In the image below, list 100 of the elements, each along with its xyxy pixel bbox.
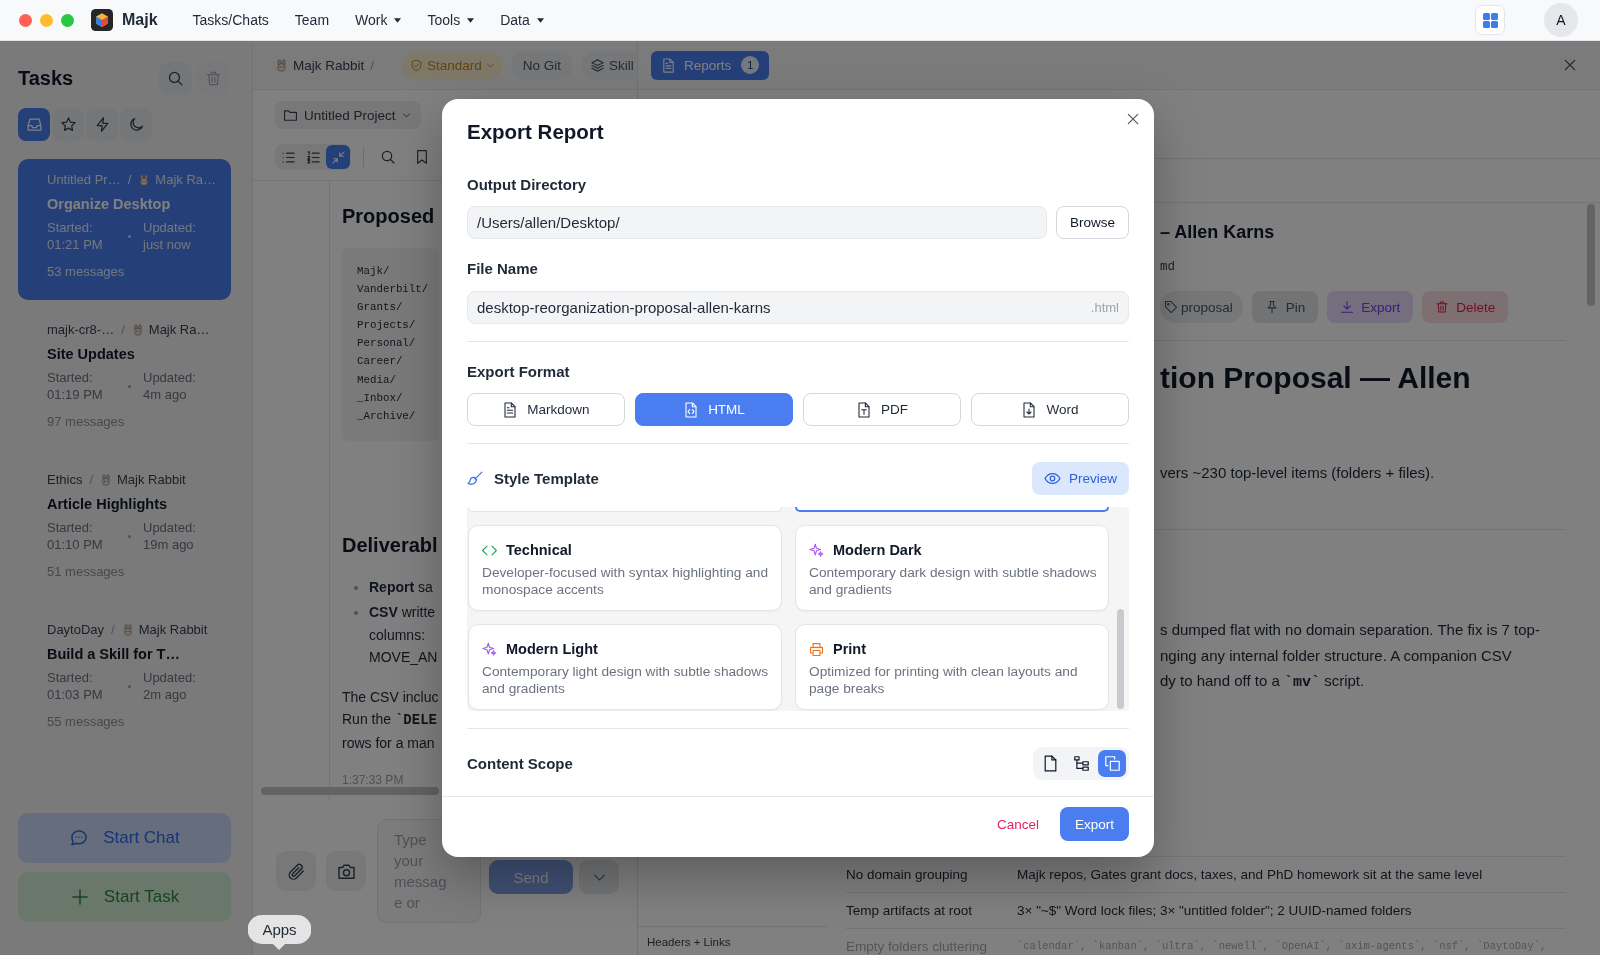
apps-button[interactable] <box>1475 5 1505 35</box>
report-heading: tion Proposal — Allen <box>1160 360 1472 396</box>
task-card[interactable]: Untitled Pr… / Majk Ra… Organize Desktop Started: 01:21 PM Updated: just now 53 messages <box>18 159 231 300</box>
tag-button[interactable]: proposal <box>1160 291 1243 323</box>
window-zoom-icon[interactable] <box>61 13 74 27</box>
camera-button[interactable] <box>326 851 366 891</box>
search-icon <box>167 70 184 87</box>
bullet-icon <box>354 610 358 615</box>
export-button[interactable]: Export <box>1059 807 1129 841</box>
close-button[interactable] <box>1126 112 1140 126</box>
directory-field[interactable]: /Users/allen/Desktop/ <box>467 206 1047 239</box>
format-option[interactable]: HTML <box>635 393 793 426</box>
browse-button[interactable]: Browse <box>1056 206 1129 239</box>
avatar-button[interactable]: A <box>1544 3 1578 37</box>
format-option[interactable]: Markdown <box>467 393 625 426</box>
menu-item[interactable]: Tasks/Chats <box>192 12 269 28</box>
start-chat-button[interactable]: Start Chat <box>18 813 231 863</box>
shield-icon <box>410 58 424 72</box>
project-selector[interactable]: Untitled Project <box>275 101 421 129</box>
filter-tab[interactable] <box>86 108 118 141</box>
window-close-icon[interactable] <box>19 13 32 27</box>
template-description: Developer-focused with syntax highlighting and monospace accents <box>482 564 770 598</box>
task-title: Build a Skill for T… <box>47 645 181 664</box>
git-status-pill[interactable]: No Git <box>510 51 574 79</box>
message-count: 53 messages <box>47 263 126 281</box>
template-card[interactable]: Print Optimized for printing with clean layouts and page breaks <box>795 624 1109 710</box>
template-card[interactable] <box>795 507 1109 512</box>
task-updated-time: Updated: just now <box>143 219 197 253</box>
task-started-time: Started: 01:21 PM <box>47 219 104 253</box>
star-icon <box>59 116 77 133</box>
rabbit-icon <box>121 624 134 636</box>
pin-button[interactable]: Pin <box>1251 291 1319 323</box>
report-filename: md <box>1160 259 1176 276</box>
chat-bubble-icon <box>69 828 90 848</box>
task-agent: Majk Rabbit <box>138 621 208 639</box>
reports-tab[interactable]: Reports 1 <box>651 50 770 80</box>
bookmark-icon <box>414 149 430 165</box>
code-line: _Inbox/ <box>357 390 404 406</box>
code-line: Career/ <box>357 354 404 370</box>
code-line: Personal/ <box>357 336 417 352</box>
caret-down-icon <box>536 17 544 23</box>
template-description: Optimized for printing with clean layouts and page breaks <box>809 663 1079 697</box>
format-option[interactable]: Word <box>971 393 1129 426</box>
scrollbar-thumb[interactable] <box>1117 609 1124 709</box>
field-label: Export Format <box>467 362 571 382</box>
task-agent: Majk Ra… <box>148 321 210 339</box>
outline-item[interactable]: Headers + Links <box>647 935 828 950</box>
cancel-button[interactable]: Cancel <box>996 816 1039 832</box>
menu-item[interactable]: Data <box>500 12 544 28</box>
attach-button[interactable] <box>276 851 316 891</box>
path-separator: / <box>370 57 375 73</box>
view-mode-button[interactable] <box>326 145 350 169</box>
path-separator: / <box>127 171 132 189</box>
scrollbar-thumb[interactable] <box>1587 204 1595 306</box>
plus-icon <box>69 887 90 907</box>
close-icon <box>1126 112 1140 126</box>
export-button[interactable]: Export <box>1327 291 1414 323</box>
search-icon <box>380 149 396 165</box>
file-name-field[interactable]: desktop-reorganization-proposal-allen-karns .html <box>467 291 1129 324</box>
message-heading: Proposed <box>342 204 436 229</box>
template-name: Technical <box>506 541 572 560</box>
table-cell: Majk repos, Gates grant docs, taxes, and PhD homework sit at the same level <box>1017 866 1483 882</box>
task-title: Organize Desktop <box>47 195 172 214</box>
scrollbar-thumb[interactable] <box>261 787 439 795</box>
trash-icon <box>1435 300 1450 314</box>
agent-name[interactable]: Majk Rabbit <box>293 57 365 73</box>
text-type-document-icon <box>856 401 872 418</box>
report-paragraph: s dumped flat with no domain separation. The fix is 7 top- nging any internal folder structure. A companion CSV dy to hand off to a `mv` script. <box>1160 620 1541 693</box>
preview-button[interactable]: Preview <box>1032 462 1129 495</box>
filter-tab[interactable] <box>120 108 152 141</box>
template-card[interactable]: Modern Light Contemporary light design with subtle shadows and gradients <box>468 624 782 710</box>
layers-icon <box>590 57 606 73</box>
paperclip-icon <box>286 861 306 881</box>
start-task-button[interactable]: Start Task <box>18 872 231 922</box>
app-name: Majk <box>122 11 158 29</box>
moon-icon <box>127 116 145 133</box>
menu-item[interactable]: Team <box>294 12 330 28</box>
template-card[interactable]: Modern Dark Contemporary dark design with subtle shadows and gradients <box>795 525 1109 611</box>
task-title: Article Highlights <box>47 495 169 514</box>
printer-icon <box>809 641 824 657</box>
menu-item[interactable]: Tools <box>427 12 475 28</box>
format-option[interactable]: PDF <box>803 393 961 426</box>
close-button[interactable] <box>1563 58 1577 72</box>
numbered-list-icon <box>305 149 321 165</box>
filter-tab[interactable] <box>18 108 50 141</box>
caret-down-icon <box>467 17 475 23</box>
search-button[interactable] <box>159 62 192 95</box>
report-title: – Allen Karns <box>1160 221 1276 244</box>
code-line: Vanderbilt/ <box>357 282 430 298</box>
task-project: Untitled Pr… <box>47 171 121 189</box>
delete-button[interactable]: Delete <box>1422 291 1509 323</box>
skills-pill[interactable]: Skill <box>581 51 637 79</box>
separator-dot-icon <box>128 684 131 688</box>
task-title: Site Updates <box>47 345 136 364</box>
separator-dot-icon <box>128 234 131 238</box>
menu-item[interactable]: Work <box>355 12 402 28</box>
template-card[interactable]: Technical Developer-focused with syntax highlighting and monospace accents <box>468 525 782 611</box>
filter-tab[interactable] <box>52 108 84 141</box>
code-line: Grants/ <box>357 300 404 316</box>
separator-dot-icon <box>128 384 131 388</box>
